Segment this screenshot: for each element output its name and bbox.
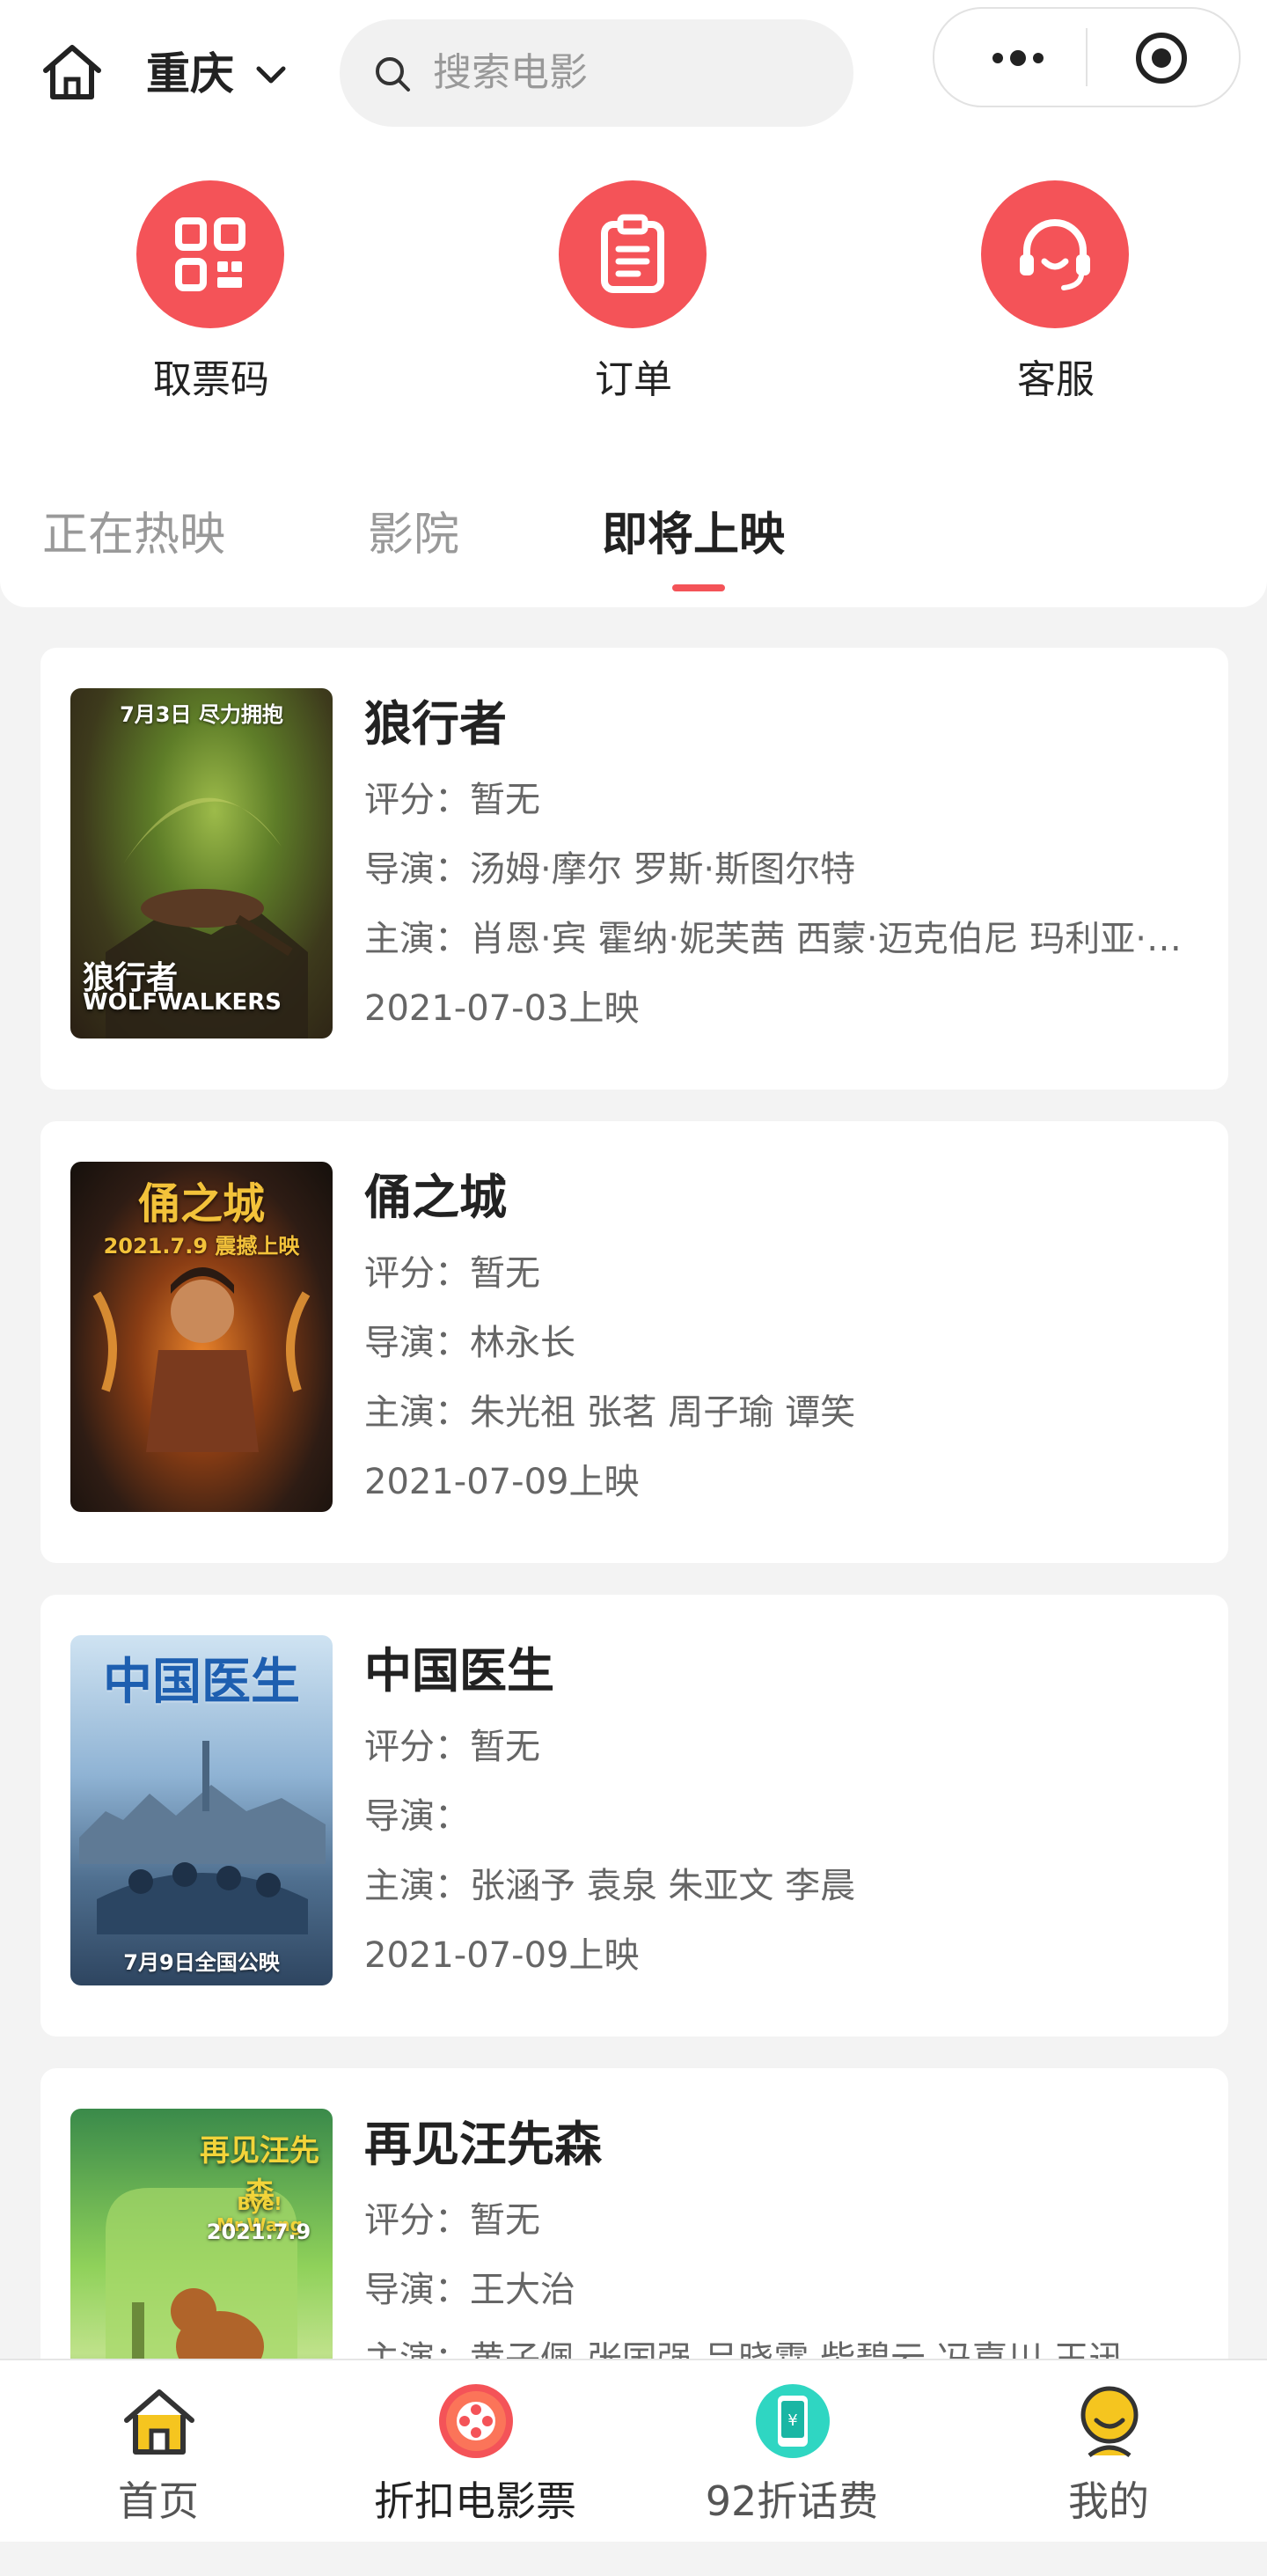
tab-coming-soon[interactable]: 即将上映 — [602, 493, 785, 577]
nav-label: 首页 — [118, 2477, 199, 2525]
bottom-nav: 首页 折扣电影票 ¥ 92折话费 我的 — [0, 2359, 1267, 2543]
movie-rating: 评分：暂无 — [364, 1727, 540, 1767]
movie-release-date: 2021-07-09上映 — [364, 1935, 640, 1976]
movie-info: 再见汪先森 评分：暂无 导演：王大治 主演：黄子佩 张国强 吕晓霖 柴碧云 冯嘉… — [364, 2114, 1200, 2395]
top-panel: 重庆 搜索电影 取票码 订单 客服 正在热映 影院 即将上映 — [0, 0, 1267, 607]
nav-label: 折扣电影票 — [374, 2477, 576, 2525]
movie-card[interactable]: 中国医生 7月9日全国公映 中国医生 评分：暂无 导演： 主演：张涵予 袁泉 朱… — [40, 1595, 1228, 2037]
movie-info: 俑之城 评分：暂无 导演：林永长 主演：朱光祖 张茗 周子瑜 谭笑 2021-0… — [364, 1167, 1200, 1517]
poster-date: 2021.7.9 震撼上映 — [103, 1234, 300, 1259]
poster-date: 7月3日 尽力拥抱 — [120, 702, 283, 727]
poster-date: 2021.7.9 — [206, 2220, 311, 2244]
tab-now-showing[interactable]: 正在热映 — [42, 493, 225, 577]
movie-cast: 主演：张涵予 袁泉 朱亚文 李晨 — [364, 1866, 856, 1906]
movie-director: 导演： — [364, 1796, 470, 1837]
search-placeholder: 搜索电影 — [433, 50, 588, 95]
poster-date: 7月9日全国公映 — [123, 1950, 280, 1975]
qr-code-icon — [175, 217, 245, 291]
quick-action-label: 取票码 — [153, 357, 269, 402]
nav-profile[interactable]: 我的 — [977, 2360, 1241, 2543]
movie-release-date: 2021-07-03上映 — [364, 988, 640, 1029]
headset-icon — [1020, 219, 1090, 290]
movie-rating: 评分：暂无 — [364, 1253, 540, 1294]
active-tab-indicator — [672, 584, 725, 591]
quick-action-circle — [559, 180, 707, 328]
home-indicator-area — [0, 2542, 1267, 2576]
quick-action-circle — [136, 180, 284, 328]
quick-action-service[interactable]: 客服 — [950, 180, 1161, 409]
mini-program-capsule — [933, 7, 1241, 107]
movie-director: 导演：林永长 — [364, 1323, 575, 1363]
quick-action-circle — [981, 180, 1129, 328]
chevron-down-icon[interactable] — [252, 55, 290, 93]
quick-action-ticket-code[interactable]: 取票码 — [106, 180, 317, 409]
movie-rating: 评分：暂无 — [364, 2200, 540, 2241]
movie-title: 中国医生 — [364, 1643, 554, 1699]
profile-icon — [1080, 2386, 1139, 2458]
poster-subtitle: WOLFWALKERS — [83, 989, 282, 1016]
phone-bill-icon: ¥ — [756, 2384, 830, 2458]
movie-card[interactable]: 7月3日 尽力拥抱 狼行者 WOLFWALKERS 狼行者 评分：暂无 导演：汤… — [40, 648, 1228, 1090]
quick-action-label: 订单 — [595, 357, 672, 402]
nav-discount-tickets[interactable]: 折扣电影票 — [343, 2360, 607, 2543]
city-selector[interactable]: 重庆 — [146, 46, 234, 102]
home-icon — [124, 2389, 194, 2455]
search-input[interactable]: 搜索电影 — [340, 19, 853, 127]
nav-home[interactable]: 首页 — [26, 2360, 290, 2543]
svg-text:¥: ¥ — [787, 2411, 797, 2430]
home-icon[interactable] — [39, 39, 106, 106]
film-reel-icon — [439, 2384, 513, 2458]
nav-phone-bill[interactable]: ¥ 92折话费 — [660, 2360, 924, 2543]
movie-title: 再见汪先森 — [364, 2117, 602, 2172]
movie-poster[interactable]: 7月3日 尽力拥抱 狼行者 WOLFWALKERS — [70, 688, 333, 1038]
search-icon — [376, 57, 410, 92]
movie-release-date: 2021-07-09上映 — [364, 1462, 640, 1502]
more-icon[interactable] — [978, 33, 1058, 83]
quick-action-orders[interactable]: 订单 — [528, 180, 739, 409]
movie-cast: 主演：朱光祖 张茗 周子瑜 谭笑 — [364, 1392, 856, 1433]
close-target-icon[interactable] — [1133, 30, 1190, 86]
movie-title: 狼行者 — [364, 696, 507, 752]
movie-info: 中国医生 评分：暂无 导演： 主演：张涵予 袁泉 朱亚文 李晨 2021-07-… — [364, 1640, 1200, 1991]
movie-rating: 评分：暂无 — [364, 780, 540, 820]
poster-title: 俑之城 — [137, 1179, 265, 1229]
clipboard-icon — [601, 214, 664, 293]
movie-title: 俑之城 — [364, 1170, 507, 1225]
movie-card[interactable]: 俑之城 2021.7.9 震撼上映 俑之城 评分：暂无 导演：林永长 主演：朱光… — [40, 1121, 1228, 1563]
poster-title: 中国医生 — [103, 1654, 300, 1711]
nav-label: 92折话费 — [705, 2477, 879, 2525]
movie-info: 狼行者 评分：暂无 导演：汤姆·摩尔 罗斯·斯图尔特 主演：肖恩·宾 霍纳·妮芙… — [364, 694, 1200, 1044]
movie-director: 导演：汤姆·摩尔 罗斯·斯图尔特 — [364, 849, 856, 890]
movie-cast: 主演：肖恩·宾 霍纳·妮芙茜 西蒙·迈克伯尼 玛利亚·多伊尔·肯尼迪 — [364, 919, 1191, 959]
tab-cinemas[interactable]: 影院 — [368, 493, 459, 577]
movie-poster[interactable]: 俑之城 2021.7.9 震撼上映 — [70, 1162, 333, 1512]
quick-action-label: 客服 — [1017, 357, 1095, 402]
capsule-divider — [1086, 28, 1088, 86]
tab-bar: 正在热映 影院 即将上映 — [0, 493, 1267, 598]
nav-label: 我的 — [1068, 2477, 1149, 2525]
movie-poster[interactable]: 中国医生 7月9日全国公映 — [70, 1635, 333, 1985]
movie-director: 导演：王大治 — [364, 2270, 575, 2310]
header: 重庆 搜索电影 — [0, 0, 1267, 150]
